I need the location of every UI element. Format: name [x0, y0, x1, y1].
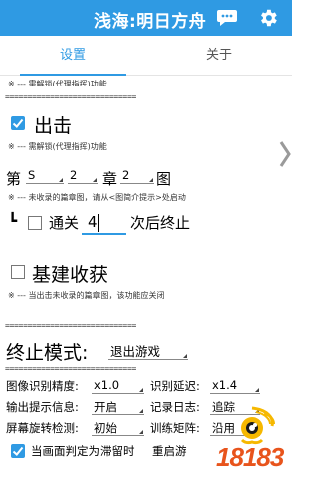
- stuck-checkbox[interactable]: [11, 444, 25, 458]
- image-precision-value: x1.0: [94, 378, 120, 392]
- check-icon: [12, 446, 24, 456]
- tab-indicator: [20, 74, 126, 76]
- separator: =============================: [5, 321, 136, 330]
- dropdown-underline: [120, 183, 154, 184]
- output-dropdown[interactable]: 开启: [92, 399, 144, 415]
- clear-count-input[interactable]: 4: [82, 211, 126, 235]
- output-value: 开启: [94, 400, 117, 414]
- app-title: 浅海:明日方舟: [94, 12, 207, 32]
- terminate-dropdown[interactable]: 退出游戏: [108, 340, 188, 360]
- tab-about[interactable]: 关于: [146, 36, 292, 76]
- chat-bubble-icon: [217, 10, 237, 26]
- base-note: ※ --- 当出击未收录的篇章图，该功能应关闭: [8, 291, 165, 300]
- output-label: 输出提示信息:: [6, 400, 79, 414]
- sortie-note: ※ --- 需解锁(代理指挥)功能: [8, 142, 107, 151]
- matrix-label: 训练矩阵:: [150, 421, 200, 435]
- dropdown-arrow-icon: [59, 178, 63, 182]
- recog-delay-dropdown[interactable]: x1.4: [210, 378, 260, 394]
- watermark-text: 18183: [216, 442, 284, 472]
- dropdown-underline: [26, 183, 64, 184]
- rotate-label: 屏幕旋转检测:: [6, 421, 79, 435]
- clear-count-value: 4: [88, 213, 98, 231]
- base-checkbox[interactable]: [11, 265, 25, 279]
- dropdown-underline: [92, 435, 144, 436]
- clear-checkbox[interactable]: [28, 216, 42, 230]
- dropdown-arrow-icon: [149, 178, 153, 182]
- stuck-action: 重启游: [152, 444, 187, 458]
- dropdown-underline: [210, 393, 260, 394]
- tab-bar: 设置 关于: [0, 36, 292, 76]
- gear-icon: [261, 9, 277, 27]
- watermark-logo: 18183: [212, 404, 292, 481]
- tab-settings[interactable]: 设置: [0, 36, 146, 76]
- clear-label: 通关: [49, 214, 80, 232]
- tab-about-label: 关于: [205, 48, 232, 63]
- image-precision-label: 图像识别精度:: [6, 379, 79, 393]
- stage-map-label: 图: [156, 170, 172, 188]
- text-caret: [98, 214, 99, 232]
- app-bar: 浅海:明日方舟: [0, 0, 292, 36]
- check-icon: [12, 118, 24, 128]
- stage-s-dropdown[interactable]: S: [26, 168, 64, 184]
- recog-delay-label: 识别延迟:: [150, 379, 200, 393]
- stage-note: ※ --- 未收录的篇章图，请从<图简介提示>处启动: [8, 193, 186, 202]
- branch-glyph: ┗: [8, 212, 18, 230]
- recog-delay-value: x1.4: [212, 378, 238, 392]
- stage-chapter-label: 章: [102, 170, 118, 188]
- rotate-dropdown[interactable]: 初始: [92, 420, 144, 436]
- dropdown-underline: [68, 183, 98, 184]
- rotate-value: 初始: [94, 421, 117, 435]
- settings-button[interactable]: [253, 4, 283, 32]
- page-next-arrow[interactable]: [279, 140, 291, 172]
- dropdown-arrow-icon: [139, 388, 143, 392]
- stuck-label: 当画面判定为滞留时: [31, 444, 135, 458]
- chat-button[interactable]: [212, 4, 242, 32]
- log-label: 记录日志:: [150, 400, 200, 414]
- dropdown-underline: [92, 414, 144, 415]
- tab-settings-label: 设置: [59, 48, 86, 63]
- dropdown-arrow-icon: [183, 354, 187, 358]
- stage-num1-value: 2: [70, 168, 78, 182]
- base-label: 基建收获: [32, 264, 109, 286]
- stage-num2-value: 2: [122, 168, 130, 182]
- sortie-checkbox[interactable]: [11, 116, 25, 130]
- dropdown-underline: [108, 359, 188, 360]
- dropdown-arrow-icon: [139, 430, 143, 434]
- top-note: ※ --- 需解锁(代理指挥)功能: [8, 80, 107, 86]
- chevron-right-icon: [279, 141, 291, 167]
- dropdown-underline: [92, 393, 144, 394]
- stage-prefix: 第: [6, 170, 22, 188]
- stage-num1-dropdown[interactable]: 2: [68, 168, 98, 184]
- terminate-value: 退出游戏: [110, 344, 161, 359]
- clear-suffix: 次后终止: [130, 214, 191, 232]
- dropdown-arrow-icon: [255, 388, 259, 392]
- separator: =============================: [5, 92, 136, 101]
- stage-num2-dropdown[interactable]: 2: [120, 168, 154, 184]
- dropdown-arrow-icon: [93, 178, 97, 182]
- image-precision-dropdown[interactable]: x1.0: [92, 378, 144, 394]
- terminate-label: 终止模式:: [6, 342, 89, 364]
- separator: =============================: [5, 364, 136, 373]
- dropdown-arrow-icon: [139, 409, 143, 413]
- stage-s-value: S: [28, 168, 36, 182]
- sortie-label: 出击: [34, 115, 73, 137]
